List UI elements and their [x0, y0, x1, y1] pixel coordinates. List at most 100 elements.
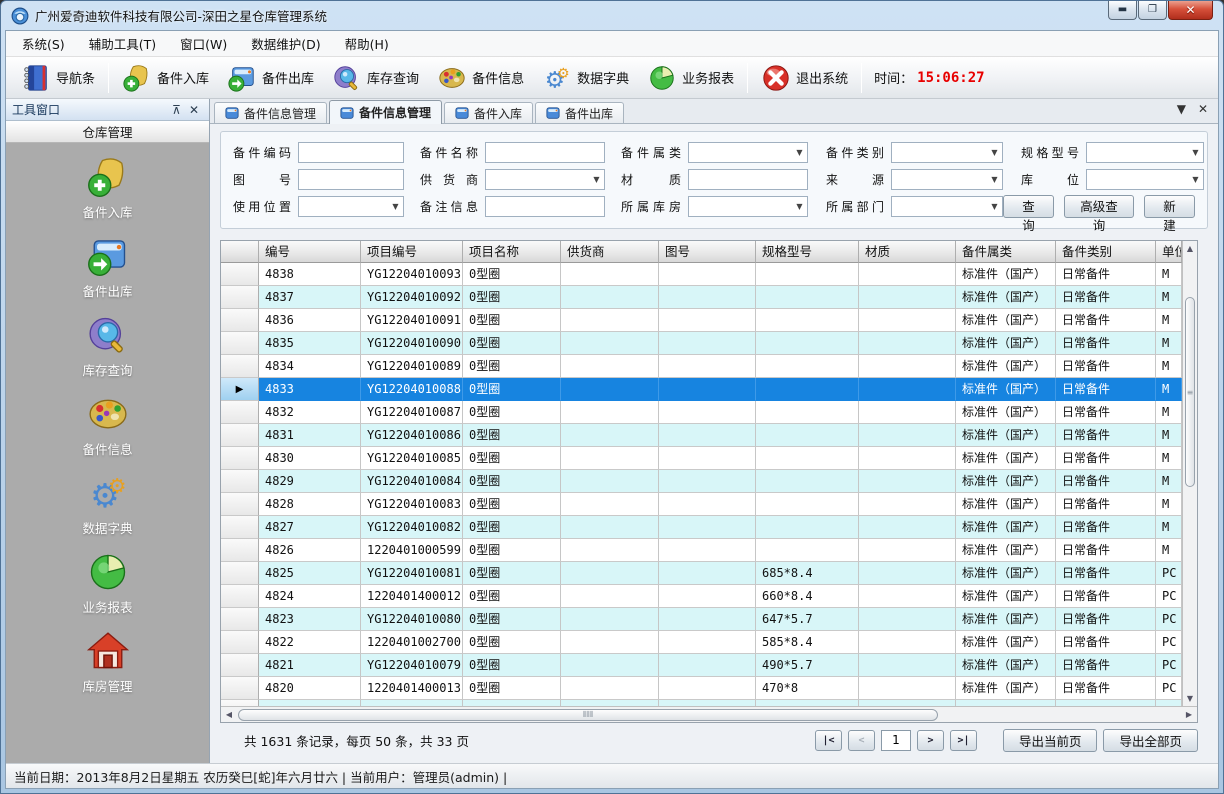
table-row[interactable]: 4831YG122040100860型圈标准件（国产）日常备件M	[221, 424, 1182, 447]
new-button[interactable]: 新建	[1144, 195, 1195, 218]
pin-icon[interactable]: ⊼	[168, 103, 185, 117]
row-selector-cell[interactable]	[221, 539, 259, 562]
export-current-page-button[interactable]: 导出当前页	[1003, 729, 1098, 752]
table-row[interactable]: 4832YG122040100870型圈标准件（国产）日常备件M	[221, 401, 1182, 424]
sidebar-item-inventory-query[interactable]: 库存查询	[6, 313, 209, 379]
table-row[interactable]: 482012204014000130型圈470*8标准件（国产）日常备件PC	[221, 677, 1182, 700]
row-selector-cell[interactable]	[221, 424, 259, 447]
minimize-button[interactable]: ▬	[1108, 1, 1137, 20]
field-combo-使用位置[interactable]: ▼	[298, 196, 404, 217]
tab-3[interactable]: 备件入库	[444, 102, 533, 123]
tab-list-dropdown-icon[interactable]: ▼	[1177, 103, 1186, 115]
advanced-query-button[interactable]: 高级查询	[1064, 195, 1134, 218]
table-row[interactable]: 4828YG122040100830型圈标准件（国产）日常备件M	[221, 493, 1182, 516]
table-row[interactable]: ▶4833YG122040100880型圈标准件（国产）日常备件M	[221, 378, 1182, 401]
toolbar-button-parts-info[interactable]: 备件信息	[428, 59, 533, 97]
field-combo-备件属类[interactable]: ▼	[688, 142, 808, 163]
tab-1[interactable]: 备件信息管理	[214, 102, 327, 123]
column-header-图号[interactable]: 图号	[659, 241, 756, 263]
table-row[interactable]: 4830YG122040100850型圈标准件（国产）日常备件M	[221, 447, 1182, 470]
row-selector-cell[interactable]	[221, 493, 259, 516]
column-header-项目编号[interactable]: 项目编号	[361, 241, 463, 263]
column-header-备件属类[interactable]: 备件属类	[956, 241, 1056, 263]
scroll-right-icon[interactable]: ▶	[1181, 707, 1197, 722]
row-selector-cell[interactable]	[221, 470, 259, 493]
field-combo-供货商[interactable]: ▼	[485, 169, 605, 190]
table-row[interactable]: 4823YG122040100800型圈647*5.7标准件（国产）日常备件PC	[221, 608, 1182, 631]
table-row[interactable]: 482612204010005990型圈标准件（国产）日常备件M	[221, 539, 1182, 562]
export-all-pages-button[interactable]: 导出全部页	[1103, 729, 1198, 752]
row-selector-cell[interactable]	[221, 608, 259, 631]
toolbar-button-data-dict[interactable]: ⚙⚙数据字典	[533, 59, 638, 97]
table-row[interactable]: 4821YG122040100790型圈490*5.7标准件（国产）日常备件PC	[221, 654, 1182, 677]
close-panel-icon[interactable]: ✕	[185, 103, 203, 117]
toolbar-button-navbar[interactable]: 导航条	[12, 59, 104, 97]
column-header-备件类别[interactable]: 备件类别	[1056, 241, 1156, 263]
field-combo-来源[interactable]: ▼	[891, 169, 1003, 190]
field-combo-所属库房[interactable]: ▼	[688, 196, 808, 217]
row-selector-cell[interactable]	[221, 677, 259, 700]
field-combo-所属部门[interactable]: ▼	[891, 196, 1003, 217]
table-row[interactable]: 4829YG122040100840型圈标准件（国产）日常备件M	[221, 470, 1182, 493]
tab-close-icon[interactable]: ✕	[1198, 103, 1208, 115]
row-selector-cell[interactable]	[221, 631, 259, 654]
row-selector-cell[interactable]	[221, 401, 259, 424]
row-selector-cell[interactable]	[221, 263, 259, 286]
column-header-材质[interactable]: 材质	[859, 241, 956, 263]
toolbar-button-report[interactable]: 业务报表	[638, 59, 743, 97]
menu-item-3[interactable]: 窗口(W)	[168, 30, 239, 57]
row-selector-cell[interactable]	[221, 516, 259, 539]
first-page-button[interactable]: |<	[815, 730, 842, 751]
next-page-button[interactable]: >	[917, 730, 944, 751]
vertical-scrollbar[interactable]: ▲ ≡ ▼	[1182, 241, 1197, 706]
table-row[interactable]: 4838YG122040100930型圈标准件（国产）日常备件M	[221, 263, 1182, 286]
table-row[interactable]: 4827YG122040100820型圈标准件（国产）日常备件M	[221, 516, 1182, 539]
table-row[interactable]: 4836YG122040100910型圈标准件（国产）日常备件M	[221, 309, 1182, 332]
sidebar-item-parts-info[interactable]: 备件信息	[6, 392, 209, 458]
tab-4[interactable]: 备件出库	[535, 102, 624, 123]
field-input-材质[interactable]	[688, 169, 808, 190]
table-row[interactable]: 482412204014000120型圈660*8.4标准件（国产）日常备件PC	[221, 585, 1182, 608]
maximize-button[interactable]: ❐	[1138, 1, 1167, 20]
field-combo-库位[interactable]: ▼	[1086, 169, 1204, 190]
page-number-input[interactable]	[881, 730, 911, 751]
scroll-up-icon[interactable]: ▲	[1183, 241, 1197, 256]
sidebar-item-report[interactable]: 业务报表	[6, 550, 209, 616]
toolbar-button-exit[interactable]: 退出系统	[752, 59, 857, 97]
prev-page-button[interactable]: <	[848, 730, 875, 751]
table-row[interactable]: 482212204010027000型圈585*8.4标准件（国产）日常备件PC	[221, 631, 1182, 654]
row-selector-cell[interactable]	[221, 447, 259, 470]
sidebar-item-parts-in[interactable]: 备件入库	[6, 155, 209, 221]
column-header-项目名称[interactable]: 项目名称	[463, 241, 561, 263]
horizontal-scrollbar[interactable]: ◀ ⦀⦀⦀ ▶	[221, 706, 1197, 722]
field-combo-规格型号[interactable]: ▼	[1086, 142, 1204, 163]
scroll-left-icon[interactable]: ◀	[221, 707, 237, 722]
row-selector-cell[interactable]	[221, 286, 259, 309]
sidebar-group-warehouse[interactable]: 仓库管理	[6, 121, 209, 143]
column-header-单位[interactable]: 单位	[1156, 241, 1182, 263]
row-selector-cell[interactable]	[221, 332, 259, 355]
field-combo-备件类别[interactable]: ▼	[891, 142, 1003, 163]
row-selector-cell[interactable]	[221, 309, 259, 332]
row-selector-cell[interactable]	[221, 654, 259, 677]
scroll-down-icon[interactable]: ▼	[1183, 691, 1197, 706]
table-row[interactable]: 4834YG122040100890型圈标准件（国产）日常备件M	[221, 355, 1182, 378]
field-input-备件名称[interactable]	[485, 142, 605, 163]
menu-item-4[interactable]: 数据维护(D)	[239, 30, 332, 57]
field-input-备注信息[interactable]	[485, 196, 605, 217]
toolbar-button-parts-out[interactable]: 备件出库	[218, 59, 323, 97]
row-selector-cell[interactable]: ▶	[221, 378, 259, 401]
toolbar-button-parts-in[interactable]: 备件入库	[113, 59, 218, 97]
row-selector-cell[interactable]	[221, 562, 259, 585]
vertical-scrollbar-thumb[interactable]: ≡	[1185, 297, 1195, 487]
sidebar-item-data-dict[interactable]: ⚙⚙数据字典	[6, 471, 209, 537]
menu-item-5[interactable]: 帮助(H)	[333, 30, 401, 57]
table-row[interactable]: 4835YG122040100900型圈标准件（国产）日常备件M	[221, 332, 1182, 355]
query-button[interactable]: 查询	[1003, 195, 1054, 218]
table-row[interactable]: 4825YG122040100810型圈685*8.4标准件（国产）日常备件PC	[221, 562, 1182, 585]
menu-item-1[interactable]: 系统(S)	[10, 30, 77, 57]
sidebar-item-warehouse-mgmt[interactable]: 库房管理	[6, 629, 209, 695]
tab-2[interactable]: 备件信息管理	[329, 100, 442, 124]
column-header-编号[interactable]: 编号	[259, 241, 361, 263]
close-button[interactable]: ✕	[1168, 1, 1213, 20]
